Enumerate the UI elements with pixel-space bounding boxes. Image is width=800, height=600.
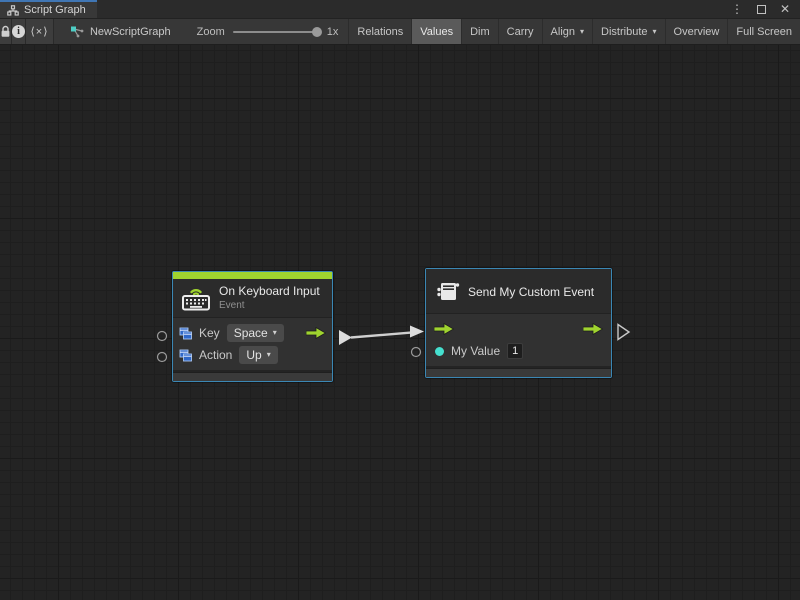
literal-value-icon bbox=[179, 327, 192, 340]
port-action-input[interactable] bbox=[158, 353, 167, 362]
tab-title: Script Graph bbox=[24, 4, 86, 16]
code-icon: ⟨×⟩ bbox=[30, 25, 48, 38]
zoom-slider-handle[interactable] bbox=[312, 27, 322, 37]
window-tab-bar: Script Graph ⋮ ✕ bbox=[0, 0, 800, 19]
param-row-key: Key Space ▾ bbox=[179, 322, 326, 344]
node-on-keyboard-input[interactable]: On Keyboard Input Event Key Space ▾ bbox=[172, 271, 333, 382]
node-send-my-custom-event[interactable]: Send My Custom Event My Value 1 bbox=[425, 268, 612, 378]
toggle-values[interactable]: Values bbox=[411, 19, 461, 44]
node-subtitle: Event bbox=[219, 300, 320, 311]
lock-button[interactable] bbox=[0, 19, 12, 44]
full-screen-button[interactable]: Full Screen bbox=[727, 19, 800, 44]
info-button[interactable]: i bbox=[12, 19, 26, 44]
param-label: Key bbox=[199, 326, 220, 340]
param-row-action: Action Up ▾ bbox=[179, 344, 326, 366]
node-header: On Keyboard Input Event bbox=[173, 279, 332, 317]
chevron-down-icon: ▾ bbox=[273, 328, 277, 338]
trigger-arrow-out-icon bbox=[583, 323, 603, 335]
connection-arrowhead bbox=[410, 326, 424, 338]
custom-event-icon bbox=[435, 279, 460, 304]
keyboard-input-icon bbox=[181, 285, 211, 311]
zoom-label: Zoom bbox=[197, 26, 225, 38]
port-key-input[interactable] bbox=[158, 332, 167, 341]
my-value-field[interactable]: 1 bbox=[507, 343, 523, 359]
graph-toolbar: i ⟨×⟩ NewScriptGraph Zoom 1x Relations V… bbox=[0, 19, 800, 45]
node-title: On Keyboard Input bbox=[219, 284, 320, 298]
connections-overlay bbox=[0, 45, 800, 600]
literal-value-icon bbox=[179, 349, 192, 362]
node-footer bbox=[426, 368, 611, 377]
node-body: Key Space ▾ Action bbox=[173, 317, 332, 370]
trigger-arrow-icon bbox=[306, 327, 326, 339]
menu-align[interactable]: Align ▾ bbox=[542, 19, 592, 44]
menu-distribute[interactable]: Distribute ▾ bbox=[592, 19, 664, 44]
node-header: Send My Custom Event bbox=[426, 269, 611, 313]
value-port-dot-icon bbox=[435, 347, 444, 356]
toggle-carry[interactable]: Carry bbox=[498, 19, 542, 44]
more-menu-icon[interactable]: ⋮ bbox=[731, 3, 743, 15]
zoom-level: 1x bbox=[327, 26, 339, 38]
maximize-icon[interactable] bbox=[757, 5, 766, 14]
lock-icon bbox=[0, 25, 11, 38]
close-icon[interactable]: ✕ bbox=[780, 3, 790, 15]
graph-name-label: NewScriptGraph bbox=[90, 26, 171, 38]
chevron-down-icon: ▾ bbox=[580, 27, 584, 36]
edit-source-button[interactable]: ⟨×⟩ bbox=[26, 19, 54, 44]
node-body: My Value 1 bbox=[426, 313, 611, 366]
node-title: Send My Custom Event bbox=[468, 285, 594, 299]
param-label: Action bbox=[199, 348, 232, 362]
input-row-my-value: My Value 1 bbox=[432, 340, 605, 362]
trigger-arrow-in-icon bbox=[434, 323, 454, 335]
toggle-dim[interactable]: Dim bbox=[461, 19, 498, 44]
info-icon: i bbox=[12, 25, 25, 38]
key-dropdown[interactable]: Space ▾ bbox=[227, 324, 284, 342]
graph-canvas[interactable]: On Keyboard Input Event Key Space ▾ bbox=[0, 45, 800, 600]
chevron-down-icon: ▾ bbox=[653, 27, 657, 36]
graph-asset[interactable]: NewScriptGraph bbox=[70, 19, 171, 44]
event-accent-bar bbox=[173, 272, 332, 279]
zoom-slider[interactable] bbox=[233, 31, 319, 33]
tab-script-graph[interactable]: Script Graph bbox=[0, 0, 97, 18]
node-footer bbox=[173, 372, 332, 381]
chevron-down-icon: ▾ bbox=[267, 350, 271, 360]
overview-button[interactable]: Overview bbox=[665, 19, 728, 44]
action-dropdown[interactable]: Up ▾ bbox=[239, 346, 277, 364]
graph-hierarchy-icon bbox=[7, 5, 19, 16]
port-my-value-input[interactable] bbox=[412, 348, 421, 357]
input-label: My Value bbox=[451, 344, 500, 358]
port-trigger-output-connected[interactable] bbox=[339, 330, 352, 345]
connection-wire[interactable] bbox=[351, 332, 420, 338]
port-trigger-output-unconnected[interactable] bbox=[618, 325, 629, 340]
script-graph-icon bbox=[70, 26, 84, 38]
flow-row bbox=[432, 318, 605, 340]
toggle-relations[interactable]: Relations bbox=[348, 19, 411, 44]
